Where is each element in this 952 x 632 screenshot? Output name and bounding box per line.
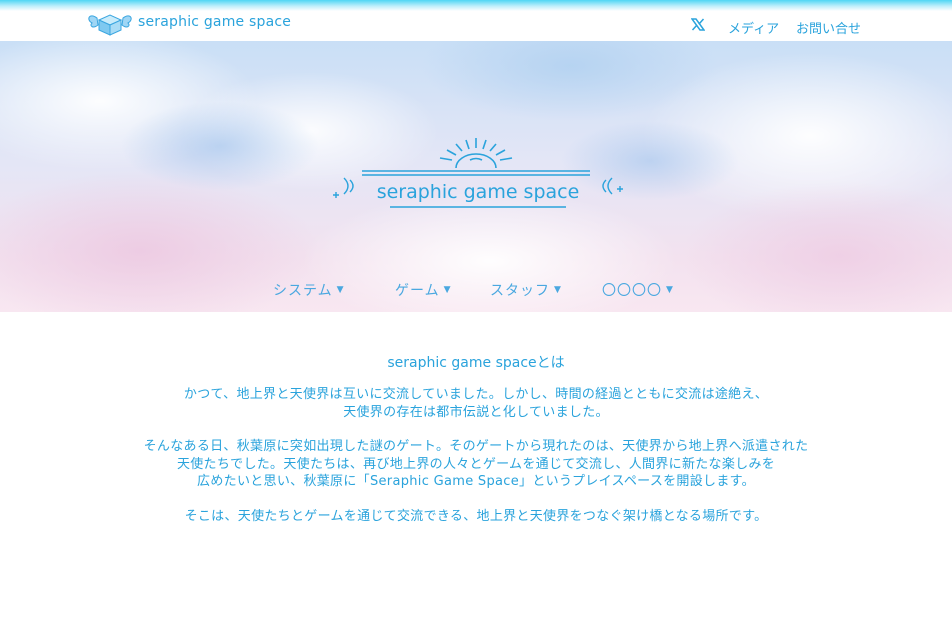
- menu-staff[interactable]: スタッフ ▼: [490, 280, 562, 300]
- menu-other[interactable]: 〇〇〇〇 ▼: [602, 280, 674, 300]
- text-line: 天使界の存在は都市伝説と化していました。: [343, 404, 609, 420]
- menu-system[interactable]: システム ▼: [273, 280, 345, 300]
- chevron-down-icon: ▼: [554, 284, 562, 295]
- menu-system-label: システム: [273, 283, 333, 299]
- about-paragraph-2: そんなある日、秋葉原に突如出現した謎のゲート。そのゲートから現れたのは、天使界か…: [0, 438, 952, 491]
- about-paragraph-1: かつて、地上界と天使界は互いに交流していました。しかし、時間の経過とともに交流は…: [0, 386, 952, 421]
- chevron-down-icon: ▼: [443, 284, 452, 295]
- text-line: そんなある日、秋葉原に突如出現した謎のゲート。そのゲートから現れたのは、天使界か…: [143, 439, 809, 454]
- nav-contact-link[interactable]: お問い合せ: [796, 18, 861, 37]
- chevron-down-icon: ▼: [666, 284, 674, 295]
- menu-game[interactable]: ゲーム ▼: [395, 280, 452, 300]
- menu-game-label: ゲーム: [395, 283, 440, 299]
- logo-icon[interactable]: [87, 10, 133, 36]
- chevron-down-icon: ▼: [336, 284, 345, 295]
- about-paragraph-3: そこは、天使たちとゲームを通じて交流できる、地上界と天使界をつなぐ架け橋となる場…: [0, 508, 952, 526]
- hero-emblem: seraphic game space: [333, 138, 623, 208]
- x-icon[interactable]: [691, 18, 705, 31]
- text-line: そこは、天使たちとゲームを通じて交流できる、地上界と天使界をつなぐ架け橋となる場…: [184, 509, 768, 524]
- emblem-title: seraphic game space: [377, 181, 580, 203]
- text-line: かつて、地上界と天使界は互いに交流していました。しかし、時間の経過とともに交流は…: [183, 387, 769, 402]
- menu-other-label: 〇〇〇〇: [602, 283, 662, 299]
- menu-staff-label: スタッフ: [490, 283, 550, 299]
- text-line: 天使たちでした。天使たちは、再び地上界の人々とゲームを通じて交流し、人間界に新た…: [176, 456, 776, 472]
- cloud-decoration: [0, 171, 320, 312]
- about-heading: seraphic game spaceとは: [387, 355, 565, 371]
- site-title[interactable]: seraphic game space: [138, 14, 291, 30]
- cloud-decoration: [120, 101, 320, 191]
- nav-media-link[interactable]: メディア: [728, 18, 779, 37]
- top-bar: seraphic game space メディア お問い合せ: [0, 0, 952, 41]
- text-line: 広めたいと思い、秋葉原に「Seraphic Game Space」というプレイス…: [197, 474, 755, 489]
